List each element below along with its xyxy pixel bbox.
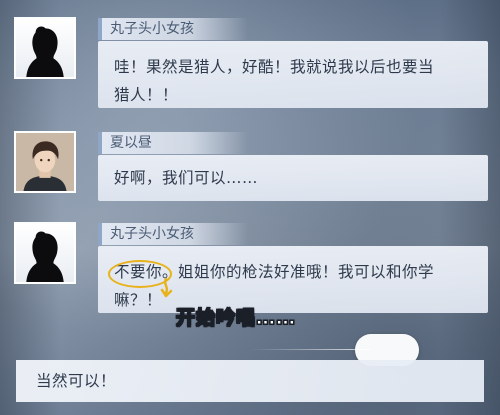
reply-option[interactable]: 当然可以！ xyxy=(16,360,484,402)
message-line: 猎人！！ xyxy=(114,86,179,104)
message-line: 好啊，我们可以…… xyxy=(114,169,259,187)
message-bubble: 好啊，我们可以…… xyxy=(98,155,488,201)
divider-line xyxy=(250,349,370,350)
sender-name: 丸子头小女孩 xyxy=(98,18,248,40)
annotation-arrow-icon xyxy=(160,278,173,298)
annotation-caption: 开始吟唱…… xyxy=(175,307,297,330)
sender-name: 夏以昼 xyxy=(98,132,248,154)
young-man-portrait-icon xyxy=(14,131,76,193)
message-bubble: 哇！果然是猎人，好酷！我就说我以后也要当 猎人！！ xyxy=(98,41,488,108)
highlighted-phrase: 不要你 xyxy=(108,258,172,288)
girl-silhouette-icon xyxy=(14,222,76,284)
sender-name: 丸子头小女孩 xyxy=(98,223,248,245)
message-line: 哇！果然是猎人，好酷！我就说我以后也要当 xyxy=(114,58,435,76)
girl-silhouette-icon xyxy=(14,17,76,79)
